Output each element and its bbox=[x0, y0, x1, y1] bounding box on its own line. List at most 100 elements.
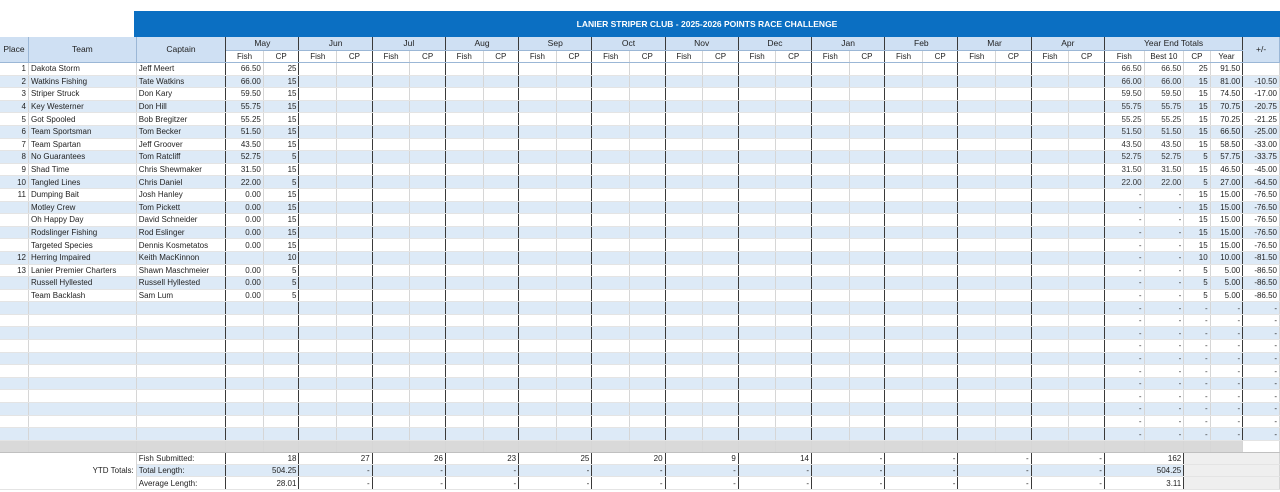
cell-month-cp[interactable] bbox=[849, 389, 886, 404]
cell-month-fish[interactable] bbox=[298, 402, 338, 416]
cell-month-fish[interactable] bbox=[738, 364, 777, 378]
cell-month-cp[interactable] bbox=[995, 415, 1032, 429]
cell-month-fish[interactable] bbox=[1031, 188, 1070, 202]
header-captain[interactable]: Captain bbox=[136, 37, 227, 63]
cell-month-cp[interactable] bbox=[922, 138, 959, 152]
cell-month-cp[interactable] bbox=[336, 389, 373, 404]
cell-month-fish[interactable] bbox=[518, 188, 557, 202]
cell-month-cp[interactable] bbox=[336, 377, 373, 391]
cell-place[interactable] bbox=[0, 339, 29, 353]
cell-month-cp[interactable] bbox=[409, 289, 446, 303]
subheader-cp[interactable]: CP bbox=[849, 50, 886, 63]
cell-month-fish[interactable] bbox=[738, 62, 777, 76]
cell-month-fish[interactable] bbox=[1031, 87, 1070, 101]
cell-month-fish[interactable] bbox=[884, 75, 923, 89]
ytd-total-length-dec[interactable]: - bbox=[738, 464, 813, 478]
cell-month-cp[interactable] bbox=[263, 427, 300, 441]
cell-may-fish[interactable]: 66.00 bbox=[225, 75, 264, 89]
cell-ye-cp[interactable]: 5 bbox=[1183, 264, 1211, 278]
subheader-cp[interactable]: CP bbox=[556, 50, 593, 63]
cell-plus-minus[interactable] bbox=[1242, 62, 1280, 76]
cell-year[interactable]: 66.50 bbox=[1210, 125, 1244, 139]
subheader-cp[interactable]: CP bbox=[336, 50, 373, 63]
cell-month-fish[interactable] bbox=[957, 289, 997, 303]
cell-month-fish[interactable] bbox=[518, 377, 557, 391]
cell-month-fish[interactable] bbox=[1031, 251, 1070, 265]
cell-month-cp[interactable] bbox=[922, 238, 959, 252]
cell-month-cp[interactable] bbox=[1068, 339, 1105, 353]
cell-month-fish[interactable] bbox=[884, 112, 923, 126]
cell-month-fish[interactable] bbox=[445, 238, 484, 252]
cell-month-fish[interactable] bbox=[884, 352, 923, 366]
cell-month-fish[interactable] bbox=[811, 427, 850, 441]
ytd-total-length-aug[interactable]: - bbox=[445, 464, 520, 478]
cell-month-cp[interactable] bbox=[483, 251, 520, 265]
cell-year[interactable]: 70.75 bbox=[1210, 100, 1244, 114]
cell-year[interactable]: - bbox=[1210, 415, 1244, 429]
cell-may-fish[interactable]: 22.00 bbox=[225, 175, 264, 189]
cell-month-cp[interactable] bbox=[995, 326, 1032, 341]
cell-month-cp[interactable] bbox=[556, 226, 593, 240]
cell-month-fish[interactable] bbox=[1031, 276, 1070, 290]
cell-year[interactable]: 57.75 bbox=[1210, 150, 1244, 164]
cell-month-fish[interactable] bbox=[591, 314, 630, 328]
cell-month-fish[interactable] bbox=[1031, 352, 1070, 366]
cell-ye-cp[interactable]: - bbox=[1183, 427, 1211, 441]
cell-month-fish[interactable] bbox=[372, 377, 411, 391]
cell-month-cp[interactable] bbox=[556, 339, 593, 353]
cell-month-cp[interactable] bbox=[775, 402, 813, 416]
cell-place[interactable] bbox=[0, 213, 29, 227]
cell-month-fish[interactable] bbox=[298, 188, 338, 202]
cell-plus-minus[interactable]: -86.50 bbox=[1242, 264, 1280, 278]
ytd-fish-submitted-label[interactable]: Fish Submitted: bbox=[136, 452, 227, 466]
cell-month-fish[interactable] bbox=[738, 352, 777, 366]
cell-month-cp[interactable] bbox=[775, 213, 813, 227]
cell-month-fish[interactable] bbox=[957, 163, 997, 177]
cell-month-cp[interactable] bbox=[556, 150, 593, 164]
cell-month-cp[interactable] bbox=[629, 251, 666, 265]
cell-month-cp[interactable] bbox=[629, 427, 666, 441]
cell-month-cp[interactable] bbox=[483, 87, 520, 101]
cell-month-cp[interactable] bbox=[849, 201, 886, 215]
cell-place[interactable]: 11 bbox=[0, 188, 29, 202]
cell-month-cp[interactable] bbox=[629, 100, 666, 114]
cell-captain[interactable] bbox=[136, 352, 227, 366]
cell-ye-fish[interactable]: - bbox=[1104, 326, 1145, 341]
cell-month-cp[interactable] bbox=[336, 75, 373, 89]
header-team[interactable]: Team bbox=[28, 37, 137, 63]
cell-plus-minus[interactable]: -21.25 bbox=[1242, 112, 1280, 126]
cell-month-cp[interactable] bbox=[775, 377, 813, 391]
cell-month-cp[interactable] bbox=[995, 150, 1032, 164]
cell-month-fish[interactable] bbox=[445, 188, 484, 202]
cell-place[interactable] bbox=[0, 364, 29, 378]
cell-best10[interactable]: 66.00 bbox=[1144, 75, 1185, 89]
cell-month-fish[interactable] bbox=[591, 289, 630, 303]
cell-plus-minus[interactable]: - bbox=[1242, 364, 1280, 378]
cell-month-cp[interactable] bbox=[922, 326, 959, 341]
ytd-fish-submitted-jul[interactable]: 26 bbox=[372, 452, 446, 466]
cell-month-fish[interactable] bbox=[665, 326, 704, 341]
cell-month-cp[interactable] bbox=[995, 188, 1032, 202]
ytd-total-length-sep[interactable]: - bbox=[518, 464, 593, 478]
cell-month-fish[interactable] bbox=[884, 188, 923, 202]
cell-month-cp[interactable] bbox=[849, 276, 886, 290]
cell-month-fish[interactable] bbox=[738, 112, 777, 126]
cell-month-fish[interactable] bbox=[665, 226, 704, 240]
cell-month-fish[interactable] bbox=[445, 112, 484, 126]
cell-month-fish[interactable] bbox=[957, 377, 997, 391]
cell-month-fish[interactable] bbox=[957, 150, 997, 164]
cell-month-cp[interactable] bbox=[995, 377, 1032, 391]
cell-month-fish[interactable] bbox=[738, 213, 777, 227]
cell-best10[interactable]: - bbox=[1144, 188, 1185, 202]
cell-place[interactable]: 2 bbox=[0, 75, 29, 89]
cell-month-fish[interactable] bbox=[957, 75, 997, 89]
cell-ye-cp[interactable]: - bbox=[1183, 415, 1211, 429]
cell-month-fish[interactable] bbox=[591, 163, 630, 177]
separator-cell[interactable] bbox=[28, 440, 137, 453]
cell-month-fish[interactable] bbox=[372, 339, 411, 353]
separator-cell[interactable] bbox=[298, 440, 338, 453]
cell-month-fish[interactable] bbox=[665, 75, 704, 89]
cell-month-cp[interactable] bbox=[775, 226, 813, 240]
cell-month-cp[interactable] bbox=[556, 276, 593, 290]
cell-month-cp[interactable] bbox=[702, 276, 739, 290]
